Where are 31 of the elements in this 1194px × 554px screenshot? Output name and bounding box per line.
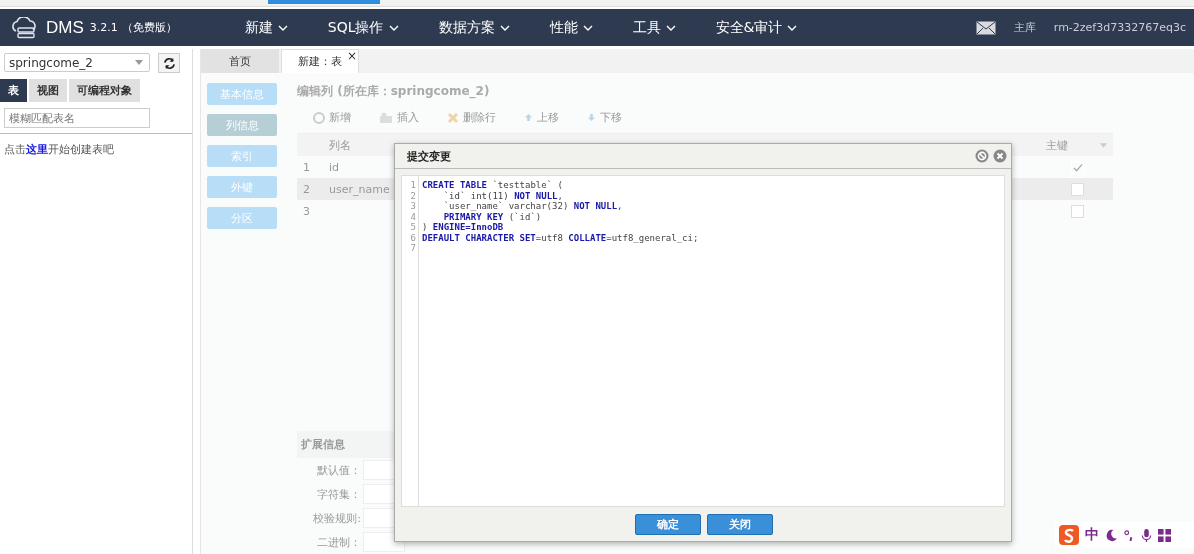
table-cell: user_name [329, 182, 390, 196]
field-label: 默认值： [316, 462, 362, 478]
code-line: DEFAULT CHARACTER SET=utf8 COLLATE=utf8_general_ci; [422, 232, 699, 243]
dialog-title: 提交变更 [407, 148, 451, 164]
line-number: 3 [409, 201, 416, 212]
line-number: 1 [409, 180, 416, 191]
line-number: 5 [409, 222, 416, 233]
column-header: 主键 [1045, 137, 1069, 153]
line-number: 2 [409, 190, 416, 201]
row-number: 2 [302, 182, 311, 196]
create-table-hint: 点击这里开始创建表吧 [4, 142, 115, 157]
row-number: 1 [302, 160, 311, 174]
code-line: `user_name` varchar(32) NOT NULL, [443, 201, 623, 211]
code-line: PRIMARY KEY (`id`) [443, 211, 542, 222]
line-number: 6 [409, 232, 416, 243]
line-number: 4 [409, 211, 416, 222]
field-label: 字符集： [316, 486, 362, 502]
row-number: 3 [302, 204, 311, 218]
field-label: 二进制： [316, 534, 362, 550]
field-label: 校验规则: [312, 510, 362, 526]
code-line: CREATE TABLE `testtable` ( [422, 180, 563, 190]
version-label: 3.2.1 [89, 21, 118, 34]
editor-title: 编辑列 (所在库：springcome_2) [297, 83, 491, 100]
product-name: DMS [46, 17, 84, 38]
column-header: 列名 [328, 137, 352, 153]
role-label: 主库 [1013, 20, 1036, 35]
line-number: 7 [409, 243, 416, 254]
edition-label: （免费版） [121, 20, 177, 35]
code-line: ) ENGINE=InnoDB [422, 222, 504, 232]
table-cell: id [329, 160, 340, 174]
code-line: `id` int(11) NOT NULL, [443, 190, 563, 201]
